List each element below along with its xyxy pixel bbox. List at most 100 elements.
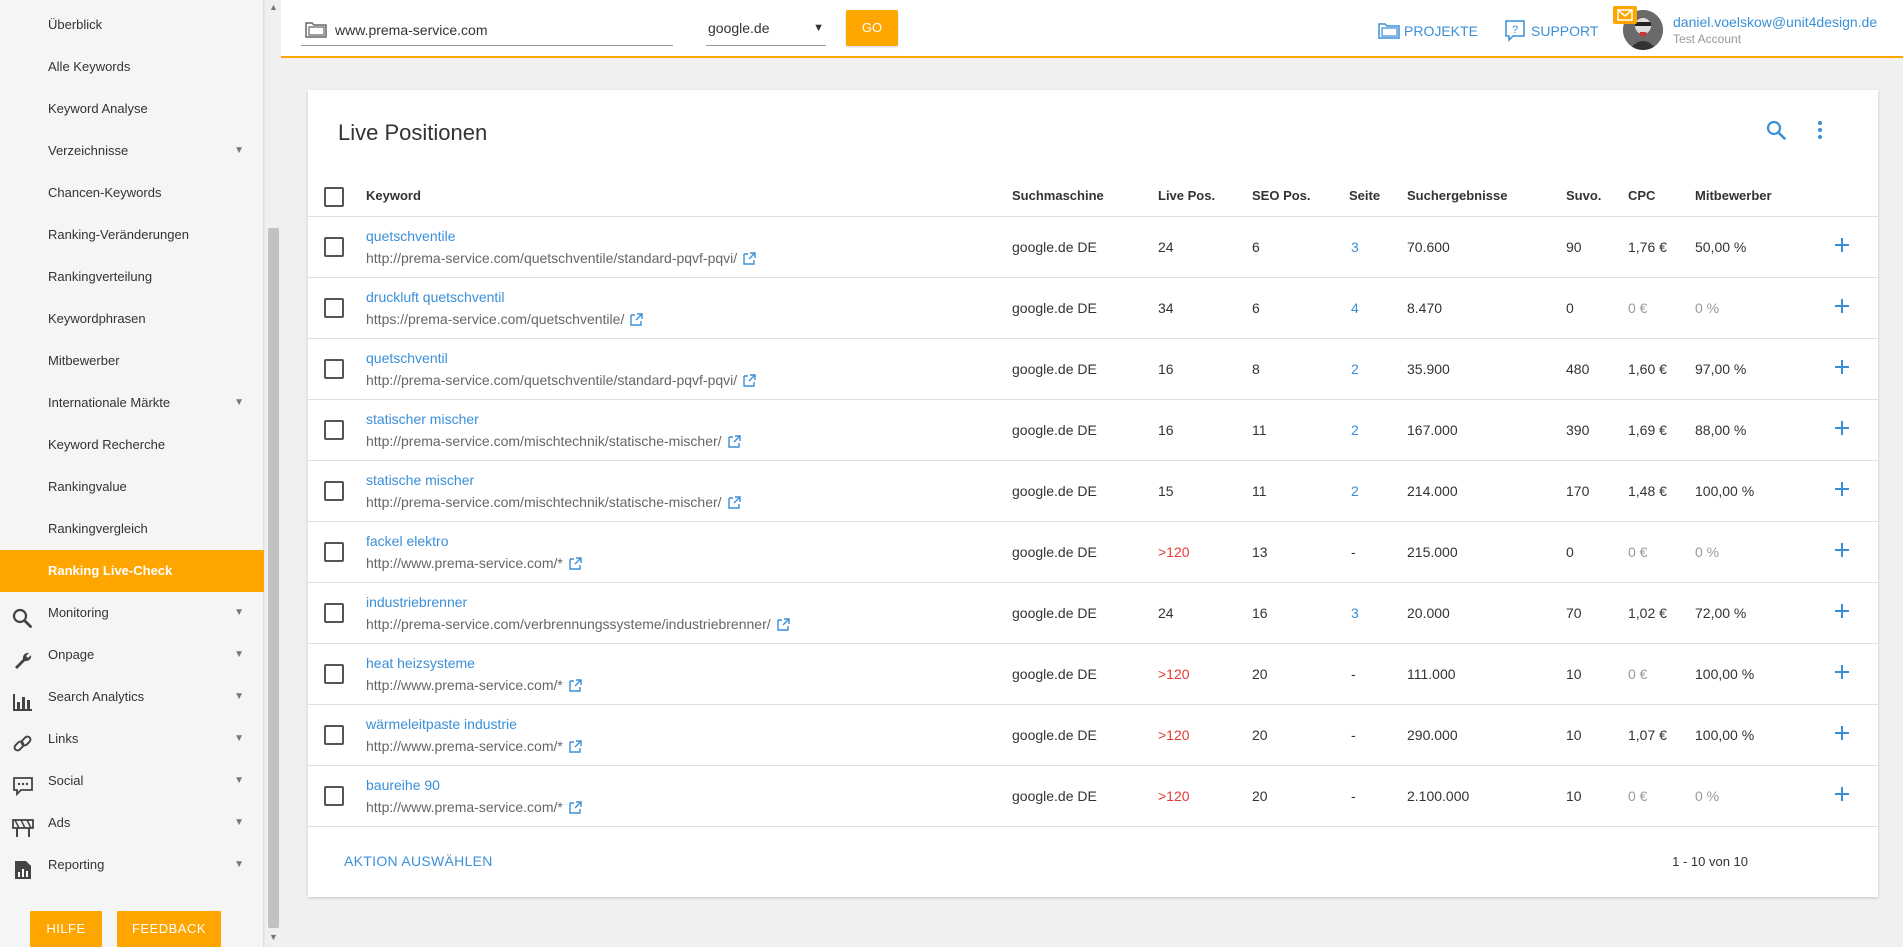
external-link-icon[interactable] — [722, 494, 741, 510]
keyword-link[interactable]: wärmeleitpaste industrie — [366, 716, 517, 732]
column-header-suchergebnisse[interactable]: Suchergebnisse — [1407, 188, 1507, 203]
external-link-icon[interactable] — [563, 799, 582, 815]
sidebar-item-label: Links — [48, 731, 79, 746]
ranking-url: http://www.prema-service.com/* — [366, 555, 582, 571]
add-icon[interactable] — [1832, 723, 1852, 743]
add-icon[interactable] — [1832, 357, 1852, 377]
keyword-link[interactable]: statische mischer — [366, 472, 474, 488]
row-checkbox[interactable] — [324, 481, 344, 501]
search-engine-select[interactable]: google.de ▼ — [706, 14, 826, 46]
column-header-seo-pos[interactable]: SEO Pos. — [1252, 188, 1311, 203]
sidebar-scrollbar[interactable]: ▲ ▼ — [264, 0, 281, 947]
caret-down-icon: ▼ — [234, 775, 244, 786]
page-cell[interactable]: 3 — [1351, 239, 1359, 255]
sidebar-item-rankingverteilung[interactable]: Rankingverteilung — [0, 256, 264, 298]
external-link-icon[interactable] — [737, 372, 756, 388]
sidebar-item-ads[interactable]: Ads ▼ — [0, 802, 264, 844]
user-email[interactable]: daniel.voelskow@unit4design.de — [1673, 14, 1877, 30]
sidebar-item-alle-keywords[interactable]: Alle Keywords — [0, 46, 264, 88]
sidebar-item-rankingvergleich[interactable]: Rankingvergleich — [0, 508, 264, 550]
sidebar-item-mitbewerber[interactable]: Mitbewerber — [0, 340, 264, 382]
sidebar-item-keyword-recherche[interactable]: Keyword Recherche — [0, 424, 264, 466]
row-checkbox[interactable] — [324, 298, 344, 318]
keyword-link[interactable]: baureihe 90 — [366, 777, 440, 793]
row-checkbox[interactable] — [324, 725, 344, 745]
search-engine-cell: google.de DE — [1012, 422, 1097, 438]
add-icon[interactable] — [1832, 479, 1852, 499]
add-icon[interactable] — [1832, 540, 1852, 560]
projects-link[interactable]: PROJEKTE — [1378, 20, 1478, 42]
search-engine-cell: google.de DE — [1012, 727, 1097, 743]
external-link-icon[interactable] — [722, 433, 741, 449]
page-cell[interactable]: 2 — [1351, 483, 1359, 499]
help-button[interactable]: HILFE — [30, 911, 102, 947]
select-action-button[interactable]: AKTION AUSWÄHLEN — [344, 853, 493, 869]
add-icon[interactable] — [1832, 662, 1852, 682]
sidebar-item-ranking-veraenderungen[interactable]: Ranking-Veränderungen — [0, 214, 264, 256]
sidebar-item-verzeichnisse[interactable]: Verzeichnisse ▼ — [0, 130, 264, 172]
keyword-link[interactable]: fackel elektro — [366, 533, 448, 549]
sidebar-item-monitoring[interactable]: Monitoring ▼ — [0, 592, 264, 634]
row-checkbox[interactable] — [324, 664, 344, 684]
keyword-link[interactable]: druckluft quetschventil — [366, 289, 505, 305]
sidebar-item-keywordphrasen[interactable]: Keywordphrasen — [0, 298, 264, 340]
row-checkbox[interactable] — [324, 237, 344, 257]
sidebar-item-ueberblick[interactable]: Überblick — [0, 4, 264, 46]
scroll-up-icon[interactable]: ▲ — [269, 2, 278, 12]
column-header-live-pos[interactable]: Live Pos. — [1158, 188, 1215, 203]
sidebar-item-keyword-analyse[interactable]: Keyword Analyse — [0, 88, 264, 130]
keyword-link[interactable]: statischer mischer — [366, 411, 479, 427]
keyword-link[interactable]: quetschventil — [366, 350, 448, 366]
scroll-down-icon[interactable]: ▼ — [269, 932, 278, 942]
select-all-checkbox[interactable] — [324, 187, 344, 207]
sidebar-item-chancen-keywords[interactable]: Chancen-Keywords — [0, 172, 264, 214]
external-link-icon[interactable] — [624, 311, 644, 327]
page-cell[interactable]: 2 — [1351, 422, 1359, 438]
sidebar-item-internationale-maerkte[interactable]: Internationale Märkte ▼ — [0, 382, 264, 424]
page-cell[interactable]: 2 — [1351, 361, 1359, 377]
row-checkbox[interactable] — [324, 420, 344, 440]
add-icon[interactable] — [1832, 784, 1852, 804]
sidebar-item-reporting[interactable]: Reporting ▼ — [0, 844, 264, 886]
table-row: quetschventil http://prema-service.com/qu… — [308, 339, 1878, 400]
sidebar-item-links[interactable]: Links ▼ — [0, 718, 264, 760]
search-icon[interactable] — [1764, 118, 1788, 142]
keyword-link[interactable]: heat heizsysteme — [366, 655, 475, 671]
row-checkbox[interactable] — [324, 542, 344, 562]
url-field[interactable] — [301, 14, 673, 46]
external-link-icon[interactable] — [563, 555, 582, 571]
column-header-seite[interactable]: Seite — [1349, 188, 1380, 203]
add-icon[interactable] — [1832, 296, 1852, 316]
keyword-link[interactable]: industriebrenner — [366, 594, 467, 610]
add-icon[interactable] — [1832, 235, 1852, 255]
column-header-cpc[interactable]: CPC — [1628, 188, 1655, 203]
url-input[interactable] — [335, 18, 665, 42]
external-link-icon[interactable] — [563, 738, 582, 754]
page-cell[interactable]: 3 — [1351, 605, 1359, 621]
sidebar-item-rankingvalue[interactable]: Rankingvalue — [0, 466, 264, 508]
more-vert-icon[interactable] — [1808, 118, 1832, 142]
add-icon[interactable] — [1832, 418, 1852, 438]
page-cell[interactable]: 4 — [1351, 300, 1359, 316]
row-checkbox[interactable] — [324, 786, 344, 806]
column-header-keyword[interactable]: Keyword — [366, 188, 421, 203]
external-link-icon[interactable] — [737, 250, 756, 266]
support-link[interactable]: ? SUPPORT — [1505, 20, 1605, 42]
sidebar-item-onpage[interactable]: Onpage ▼ — [0, 634, 264, 676]
external-link-icon[interactable] — [563, 677, 582, 693]
row-checkbox[interactable] — [324, 603, 344, 623]
add-icon[interactable] — [1832, 601, 1852, 621]
mail-icon[interactable] — [1613, 6, 1637, 24]
go-button[interactable]: GO — [846, 10, 898, 46]
column-header-suchmaschine[interactable]: Suchmaschine — [1012, 188, 1104, 203]
external-link-icon[interactable] — [771, 616, 790, 632]
sidebar-item-search-analytics[interactable]: Search Analytics ▼ — [0, 676, 264, 718]
column-header-mitbewerber[interactable]: Mitbewerber — [1695, 188, 1772, 203]
row-checkbox[interactable] — [324, 359, 344, 379]
scrollbar-thumb[interactable] — [268, 228, 279, 928]
keyword-link[interactable]: quetschventile — [366, 228, 456, 244]
sidebar-item-ranking-live-check[interactable]: Ranking Live-Check — [0, 550, 264, 592]
column-header-suvo[interactable]: Suvo. — [1566, 188, 1601, 203]
sidebar-item-social[interactable]: Social ▼ — [0, 760, 264, 802]
feedback-button[interactable]: FEEDBACK — [117, 911, 221, 947]
